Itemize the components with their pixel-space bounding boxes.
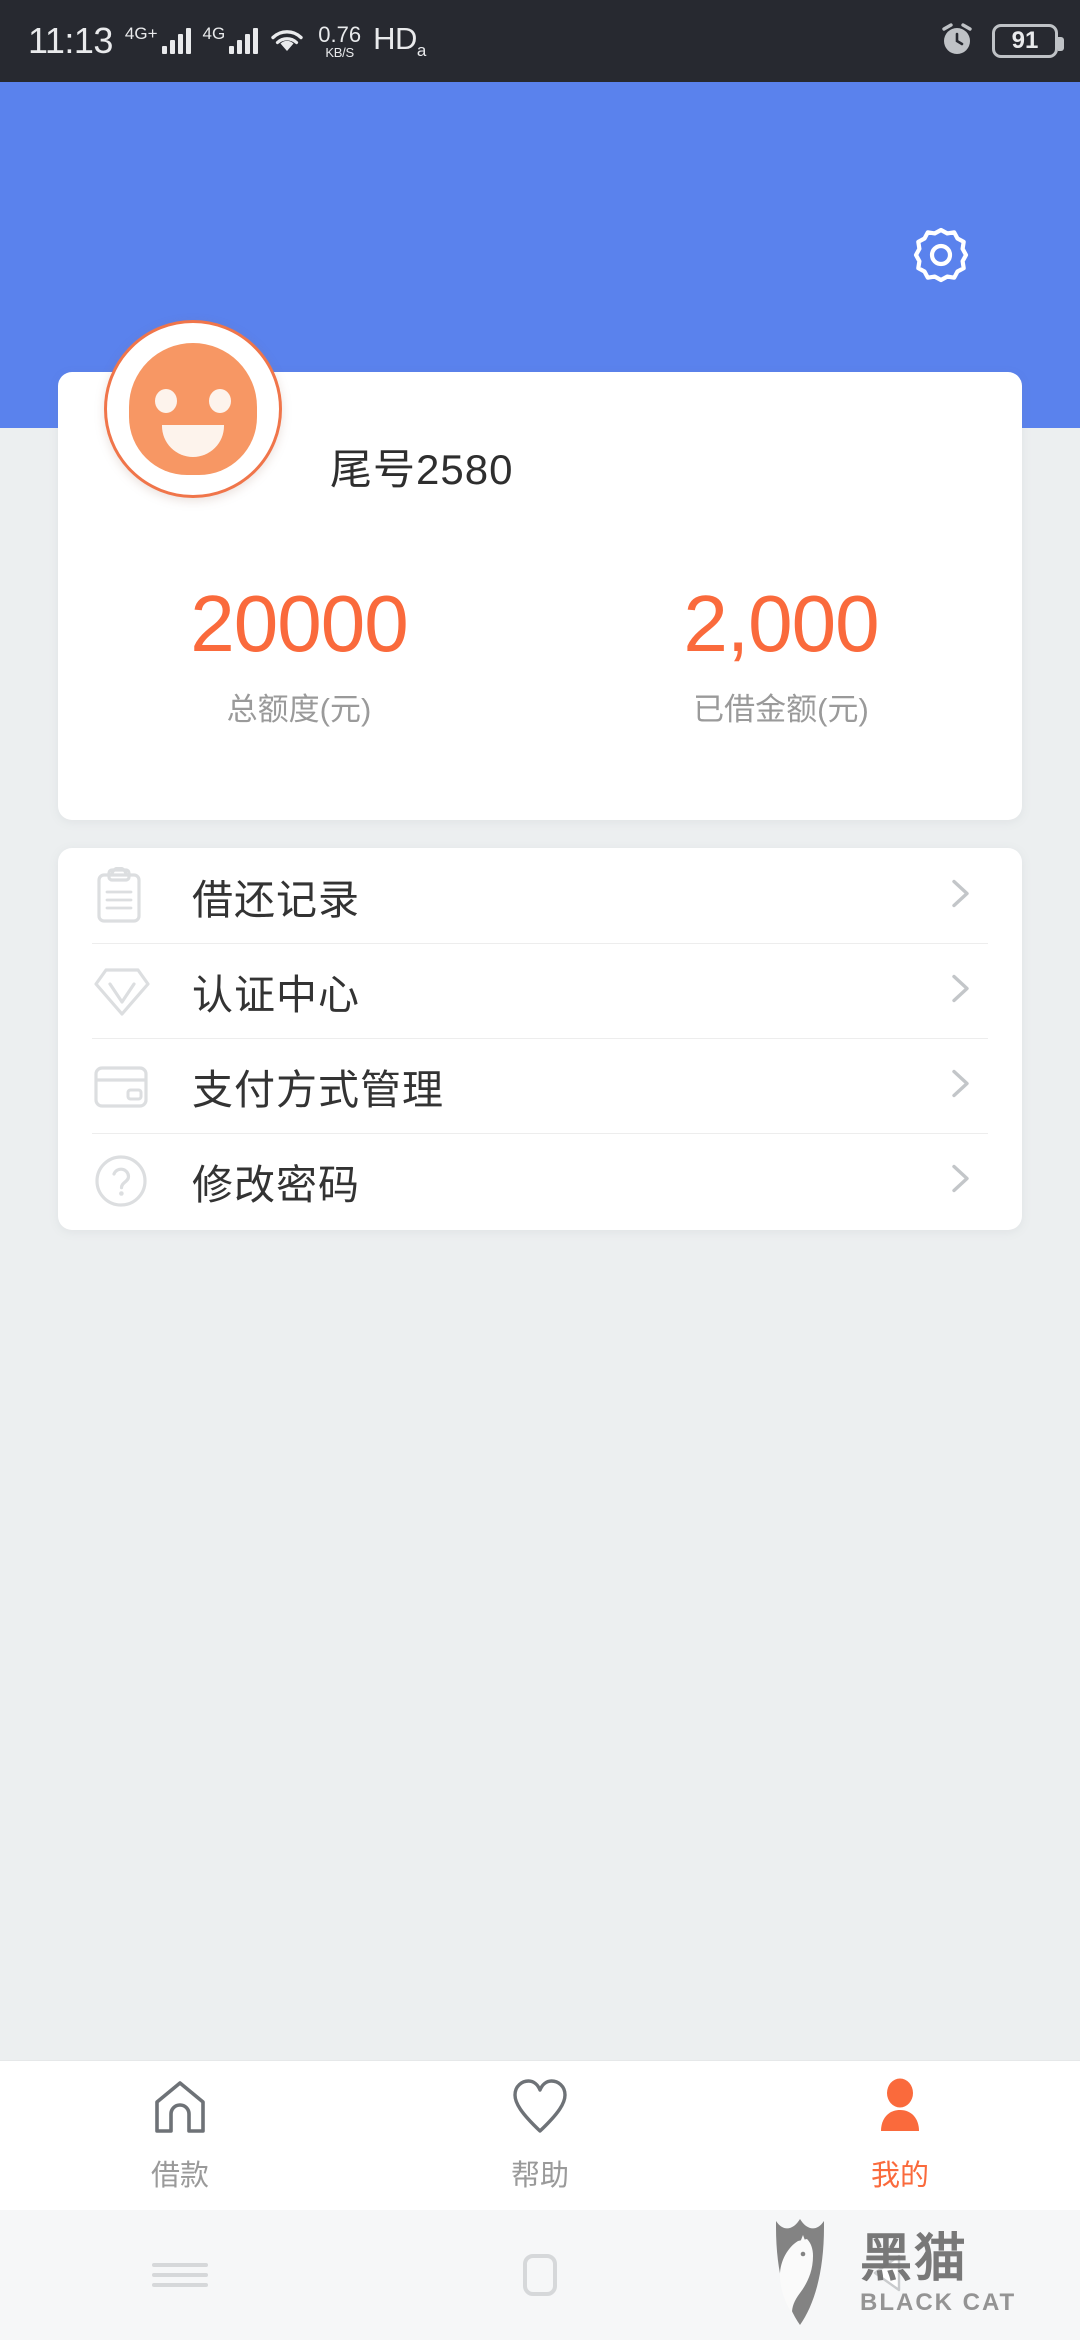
tab-help[interactable]: 帮助: [360, 2077, 720, 2194]
tab-borrow[interactable]: 借款: [0, 2077, 360, 2194]
watermark-logo: 黑猫 BLACK CAT: [750, 2210, 1080, 2338]
network-type-label-1: 4G+: [124, 24, 158, 43]
avatar-eye-right: [209, 389, 231, 413]
person-icon: [869, 2077, 931, 2142]
menu-item-label: 支付方式管理: [192, 1067, 444, 1113]
tab-mine[interactable]: 我的: [720, 2077, 1080, 2194]
hd-voice-indicator: HDa: [373, 20, 426, 61]
chevron-right-icon: [940, 969, 980, 1014]
chevron-right-icon: [940, 873, 980, 918]
tab-label: 帮助: [510, 2160, 569, 2192]
avatar-eye-left: [155, 389, 177, 413]
avatar-mouth: [162, 425, 224, 457]
menu-item-certification-center[interactable]: 认证中心: [92, 943, 988, 1038]
tab-label: 借款: [150, 2160, 209, 2192]
heart-icon: [509, 2077, 571, 2142]
nav-home-button[interactable]: [360, 2254, 720, 2296]
smiley-avatar-icon: [129, 343, 257, 475]
system-navigation-bar: 黑猫 BLACK CAT: [0, 2210, 1080, 2340]
home-square-icon: [523, 2254, 557, 2296]
menu-item-payment-methods[interactable]: 支付方式管理: [92, 1038, 988, 1133]
total-credit-label: 总额度(元): [226, 692, 372, 727]
borrowed-amount-label: 已借金额(元): [693, 692, 869, 727]
battery-indicator: 91: [992, 24, 1064, 58]
wifi-icon: [270, 28, 304, 54]
question-circle-icon: [92, 1152, 170, 1210]
total-credit-value: 20000: [190, 579, 408, 668]
signal-indicator-2: 4G: [202, 24, 259, 54]
watermark-name-cn: 黑猫: [860, 2230, 969, 2288]
recents-icon: [152, 2257, 208, 2293]
home-icon: [149, 2077, 211, 2142]
clipboard-icon: [92, 866, 170, 925]
app-root: 11:13 4G+ 4G 0.76 KB/S HDa 91 尾号2580 200…: [0, 0, 1080, 2340]
signal-indicator-1: 4G+: [124, 24, 191, 54]
chevron-right-icon: [940, 1064, 980, 1109]
credit-card-icon: [92, 1062, 170, 1110]
total-credit-stat: 20000 总额度(元): [58, 582, 540, 729]
status-time: 11:13: [28, 20, 113, 61]
watermark-name-en: BLACK CAT: [860, 2289, 1017, 2316]
signal-bars-1: [161, 28, 191, 54]
battery-level-text: 91: [1011, 27, 1039, 54]
network-type-label-2: 4G: [202, 24, 226, 43]
menu-item-label: 认证中心: [192, 972, 360, 1018]
status-bar-left: 11:13 4G+ 4G 0.76 KB/S HDa: [28, 20, 426, 62]
menu-item-borrow-records[interactable]: 借还记录: [92, 848, 988, 943]
signal-bars-2: [229, 28, 259, 54]
menu-card: 借还记录 认证中心 支付方式管理 修改密码: [58, 848, 1022, 1230]
avatar[interactable]: [104, 320, 282, 498]
status-bar-right: 91: [936, 18, 1064, 65]
borrowed-amount-value: 2,000: [683, 579, 879, 668]
diamond-shield-icon: [92, 962, 170, 1020]
gear-icon[interactable]: [910, 224, 972, 286]
watermark-text: 黑猫 BLACK CAT: [860, 2233, 1016, 2315]
bottom-tab-bar: 借款 帮助 我的: [0, 2060, 1080, 2210]
menu-item-label: 修改密码: [192, 1162, 360, 1208]
borrowed-amount-stat: 2,000 已借金额(元): [540, 582, 1022, 729]
nav-recents-button[interactable]: [0, 2257, 360, 2293]
tab-label: 我的: [870, 2160, 929, 2192]
status-bar: 11:13 4G+ 4G 0.76 KB/S HDa 91: [0, 0, 1080, 82]
data-rate-value: 0.76: [318, 21, 362, 47]
data-rate-indicator: 0.76 KB/S: [318, 21, 362, 60]
menu-item-change-password[interactable]: 修改密码: [92, 1133, 988, 1228]
amount-summary: 20000 总额度(元) 2,000 已借金额(元): [58, 582, 1022, 729]
black-cat-shield-logo-icon: [750, 2213, 854, 2336]
menu-item-label: 借还记录: [192, 876, 360, 923]
alarm-clock-icon: [936, 18, 978, 65]
account-number-label: 尾号2580: [330, 446, 514, 493]
data-rate-unit: KB/S: [325, 44, 354, 60]
profile-card: 尾号2580 20000 总额度(元) 2,000 已借金额(元): [58, 320, 1022, 820]
chevron-right-icon: [940, 1159, 980, 1204]
